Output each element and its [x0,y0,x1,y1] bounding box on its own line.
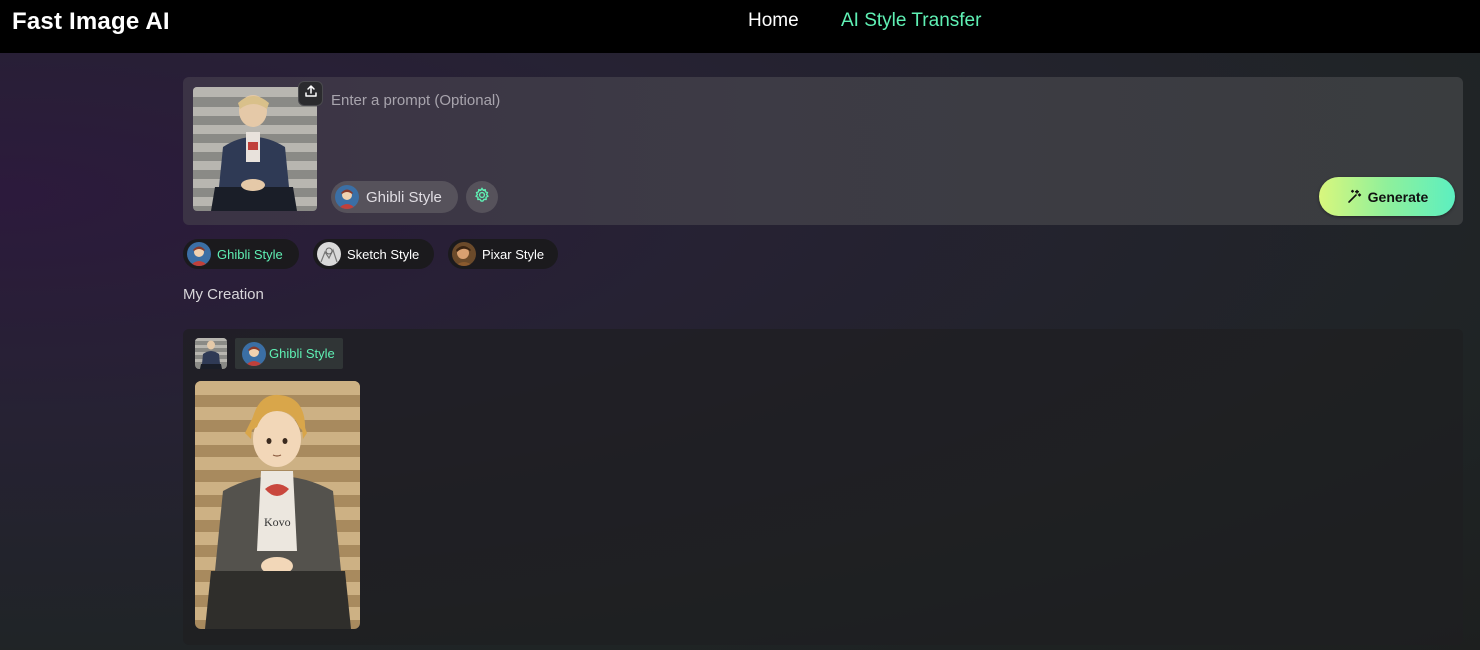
selected-style-label: Ghibli Style [366,188,442,206]
ghibli-style-avatar [187,242,211,266]
ghibli-style-avatar [335,185,359,209]
generate-label: Generate [1367,188,1429,205]
gear-icon [474,186,490,208]
selected-style-button[interactable]: Ghibli Style [331,181,458,213]
nav-style-transfer-link[interactable]: AI Style Transfer [841,10,981,32]
uploaded-photo-thumbnail[interactable] [193,87,317,211]
nav-home-link[interactable]: Home [748,10,799,32]
creation-card: Ghibli Style Kovo [183,329,1463,645]
magic-wand-icon [1346,189,1362,205]
style-chip-label: Pixar Style [482,246,545,262]
style-chip-pixar[interactable]: Pixar Style [448,239,558,269]
top-navigation-bar: Fast Image AI Home AI Style Transfer [0,0,1480,53]
sketch-style-avatar [317,242,341,266]
style-tag: Ghibli Style [235,338,343,369]
ghibli-style-avatar [242,341,266,366]
generated-image[interactable]: Kovo [195,381,360,629]
pixar-style-avatar [452,242,476,266]
upload-button[interactable] [298,81,323,106]
prompt-input[interactable] [331,85,1291,115]
source-photo-thumbnail[interactable] [195,338,227,369]
style-tag-label: Ghibli Style [269,346,335,361]
style-chip-label: Sketch Style [347,246,420,262]
generate-button[interactable]: Generate [1319,177,1455,216]
prompt-card: Ghibli Style Generate [183,77,1463,225]
style-chip-label: Ghibli Style [217,246,283,262]
svg-text:Kovo: Kovo [264,515,291,529]
brand-logo[interactable]: Fast Image AI [12,8,170,36]
upload-icon [304,84,318,103]
my-creation-heading: My Creation [183,286,264,303]
style-chip-sketch[interactable]: Sketch Style [313,239,434,269]
style-chip-ghibli[interactable]: Ghibli Style [183,239,299,269]
settings-button[interactable] [466,181,498,213]
